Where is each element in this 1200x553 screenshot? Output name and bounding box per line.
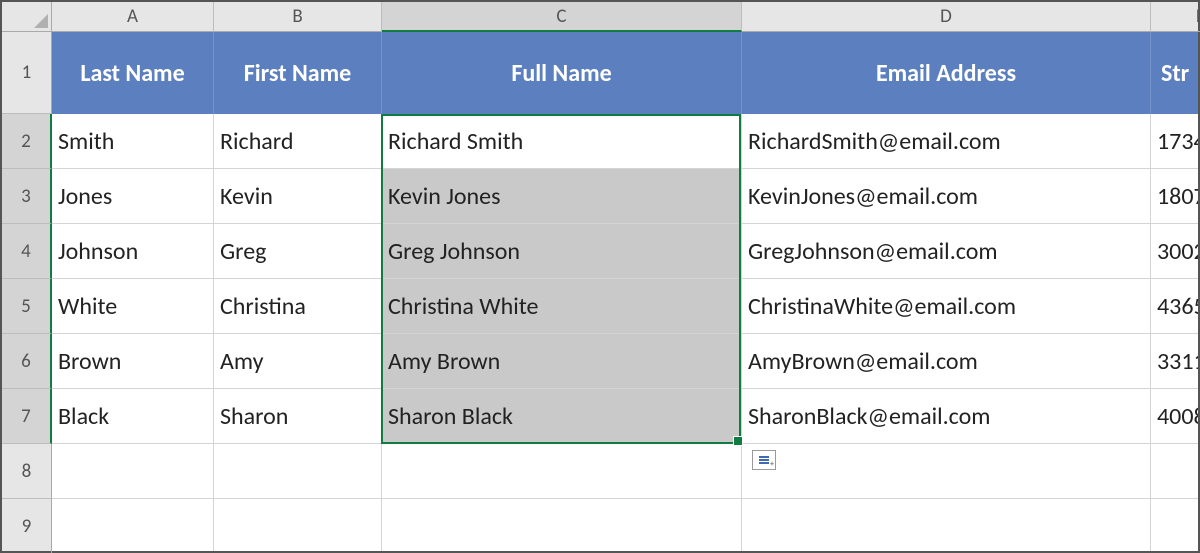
cell-A9[interactable] bbox=[52, 499, 214, 551]
flash-fill-icon bbox=[759, 456, 769, 464]
table-header-row: Last NameFirst NameFull NameEmail Addres… bbox=[52, 32, 1198, 114]
cell-D8[interactable] bbox=[742, 444, 1151, 499]
cell-grid: Last NameFirst NameFull NameEmail Addres… bbox=[52, 32, 1198, 551]
cell-E3[interactable]: 1807 bbox=[1151, 169, 1198, 224]
row-header-1[interactable]: 1 bbox=[2, 32, 52, 114]
header-cell[interactable]: Full Name bbox=[382, 32, 742, 114]
cell-A4[interactable]: Johnson bbox=[52, 224, 214, 279]
cell-E6[interactable]: 3311 bbox=[1151, 334, 1198, 389]
cell-A2[interactable]: Smith bbox=[52, 114, 214, 169]
cell-C9[interactable] bbox=[382, 499, 742, 551]
cell-B4[interactable]: Greg bbox=[214, 224, 382, 279]
cell-B2[interactable]: Richard bbox=[214, 114, 382, 169]
row-header-3[interactable]: 3 bbox=[2, 169, 52, 224]
row-header-5[interactable]: 5 bbox=[2, 279, 52, 334]
table-row: JohnsonGregGreg JohnsonGregJohnson@email… bbox=[52, 224, 1198, 279]
flash-fill-options-button[interactable]: + bbox=[752, 450, 776, 470]
cell-E7[interactable]: 4008 bbox=[1151, 389, 1198, 444]
row-header-8[interactable]: 8 bbox=[2, 444, 52, 499]
cell-D4[interactable]: GregJohnson@email.com bbox=[742, 224, 1151, 279]
cell-C5[interactable]: Christina White bbox=[382, 279, 742, 334]
cell-D6[interactable]: AmyBrown@email.com bbox=[742, 334, 1151, 389]
table-row: WhiteChristinaChristina WhiteChristinaWh… bbox=[52, 279, 1198, 334]
table-row bbox=[52, 444, 1198, 499]
cell-B9[interactable] bbox=[214, 499, 382, 551]
header-cell[interactable]: First Name bbox=[214, 32, 382, 114]
cell-D2[interactable]: RichardSmith@email.com bbox=[742, 114, 1151, 169]
cell-D5[interactable]: ChristinaWhite@email.com bbox=[742, 279, 1151, 334]
row-header-4[interactable]: 4 bbox=[2, 224, 52, 279]
cell-E2[interactable]: 1734 bbox=[1151, 114, 1198, 169]
cell-D3[interactable]: KevinJones@email.com bbox=[742, 169, 1151, 224]
table-row: SmithRichardRichard SmithRichardSmith@em… bbox=[52, 114, 1198, 169]
cell-A8[interactable] bbox=[52, 444, 214, 499]
row-header-9[interactable]: 9 bbox=[2, 499, 52, 553]
cell-C4[interactable]: Greg Johnson bbox=[382, 224, 742, 279]
row-header-6[interactable]: 6 bbox=[2, 334, 52, 389]
cell-E4[interactable]: 3002 bbox=[1151, 224, 1198, 279]
table-row: JonesKevinKevin JonesKevinJones@email.co… bbox=[52, 169, 1198, 224]
table-row: BrownAmyAmy BrownAmyBrown@email.com3311 bbox=[52, 334, 1198, 389]
cell-B6[interactable]: Amy bbox=[214, 334, 382, 389]
row-header-7[interactable]: 7 bbox=[2, 389, 52, 444]
column-header-E[interactable]: E bbox=[1151, 2, 1200, 32]
cell-E9[interactable] bbox=[1151, 499, 1198, 551]
cell-C2[interactable]: Richard Smith bbox=[382, 114, 742, 169]
cell-E8[interactable] bbox=[1151, 444, 1198, 499]
column-header-C[interactable]: C bbox=[382, 2, 742, 32]
header-cell[interactable]: Str bbox=[1151, 32, 1198, 114]
column-headers: ABCDE bbox=[52, 2, 1198, 32]
cell-D9[interactable] bbox=[742, 499, 1151, 551]
spreadsheet: ABCDE 123456789 Last NameFirst NameFull … bbox=[0, 0, 1200, 553]
cell-B8[interactable] bbox=[214, 444, 382, 499]
row-headers: 123456789 bbox=[2, 32, 52, 551]
column-header-D[interactable]: D bbox=[742, 2, 1151, 32]
select-all-corner[interactable] bbox=[2, 2, 52, 32]
table-row bbox=[52, 499, 1198, 551]
column-header-A[interactable]: A bbox=[52, 2, 214, 32]
header-cell[interactable]: Last Name bbox=[52, 32, 214, 114]
cell-A5[interactable]: White bbox=[52, 279, 214, 334]
cell-C8[interactable] bbox=[382, 444, 742, 499]
table-row: BlackSharonSharon BlackSharonBlack@email… bbox=[52, 389, 1198, 444]
cell-A6[interactable]: Brown bbox=[52, 334, 214, 389]
cell-C7[interactable]: Sharon Black bbox=[382, 389, 742, 444]
cell-D7[interactable]: SharonBlack@email.com bbox=[742, 389, 1151, 444]
cell-E5[interactable]: 4365 bbox=[1151, 279, 1198, 334]
cell-C6[interactable]: Amy Brown bbox=[382, 334, 742, 389]
cell-B5[interactable]: Christina bbox=[214, 279, 382, 334]
cell-B3[interactable]: Kevin bbox=[214, 169, 382, 224]
row-header-2[interactable]: 2 bbox=[2, 114, 52, 169]
plus-icon: + bbox=[770, 459, 774, 469]
cell-B7[interactable]: Sharon bbox=[214, 389, 382, 444]
cell-A3[interactable]: Jones bbox=[52, 169, 214, 224]
column-header-B[interactable]: B bbox=[214, 2, 382, 32]
cell-A7[interactable]: Black bbox=[52, 389, 214, 444]
header-cell[interactable]: Email Address bbox=[742, 32, 1151, 114]
cell-C3[interactable]: Kevin Jones bbox=[382, 169, 742, 224]
